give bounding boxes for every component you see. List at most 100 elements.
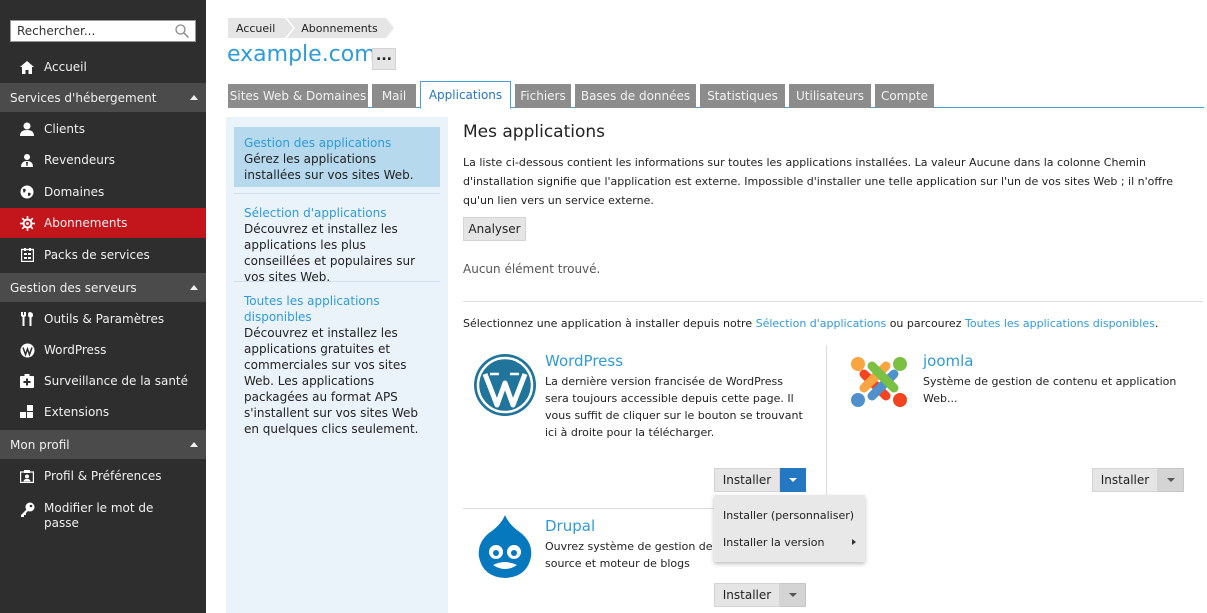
panel-item-manage-apps[interactable]: Gestion des applications Gérez les appli…	[234, 127, 440, 187]
sidebar-item-tools[interactable]: Outils & Paramètres	[0, 304, 206, 334]
sidebar-item-label: Domaines	[44, 185, 105, 199]
manage-apps-desc: Gérez les applications installées sur vo…	[244, 152, 414, 182]
app-desc-joomla: Système de gestion de contenu et applica…	[923, 375, 1177, 405]
sidebar-section-label: Gestion des serveurs	[10, 280, 137, 295]
sidebar-section-hosting[interactable]: Services d'hébergement	[0, 83, 206, 112]
search-icon[interactable]	[174, 23, 190, 39]
key-icon	[18, 500, 36, 518]
home-icon	[18, 58, 36, 76]
sidebar-item-label: Extensions	[44, 405, 110, 419]
sidebar-item-change-password[interactable]: Modifier le mot de passe	[0, 497, 206, 535]
sidebar-item-wordpress[interactable]: WordPress	[0, 335, 206, 365]
subscriptions-icon	[18, 214, 36, 232]
sidebar: Accueil Services d'hébergement Clients R…	[0, 0, 206, 613]
app-desc-wordpress: La dernière version francisée de WordPre…	[545, 375, 803, 439]
chevron-down-icon	[1166, 478, 1175, 482]
sidebar-item-profile[interactable]: Profil & Préférences	[0, 461, 206, 491]
panel-item-all-apps[interactable]: Toutes les applications disponibles Déco…	[234, 285, 440, 445]
install-split-button-joomla: Installer	[1092, 468, 1184, 492]
sidebar-item-health[interactable]: Surveillance de la santé	[0, 366, 206, 396]
menu-item-install-custom[interactable]: Installer (personnaliser)	[714, 502, 865, 528]
tab-bar: Sites Web & Domaines Mail Applications F…	[228, 81, 1204, 109]
section-description: La liste ci-dessous contient les informa…	[463, 156, 1173, 207]
sidebar-section-label: Services d'hébergement	[10, 90, 157, 105]
install-button[interactable]: Installer	[714, 583, 780, 607]
tab-mail[interactable]: Mail	[372, 84, 416, 108]
sidebar-section-profile[interactable]: Mon profil	[0, 430, 206, 459]
menu-item-install-version[interactable]: Installer la version	[714, 529, 865, 555]
chevron-right-icon	[852, 539, 856, 545]
sidebar-item-home[interactable]: Accueil	[0, 52, 206, 82]
tab-applications[interactable]: Applications	[420, 81, 511, 109]
divider	[234, 193, 440, 194]
breadcrumb-home[interactable]: Accueil	[228, 18, 296, 38]
search-box[interactable]	[10, 20, 196, 42]
analyze-button[interactable]: Analyser	[463, 217, 526, 241]
sidebar-item-extensions[interactable]: Extensions	[0, 397, 206, 427]
applications-side-panel: Gestion des applications Gérez les appli…	[226, 117, 448, 613]
panel-item-featured-apps[interactable]: Sélection d'applications Découvrez et in…	[234, 197, 440, 293]
hint-text: ou parcourez	[886, 317, 965, 330]
install-options-dropdown[interactable]	[780, 583, 806, 607]
app-name-wordpress[interactable]: WordPress	[545, 352, 623, 370]
tab-account[interactable]: Compte	[875, 84, 934, 108]
joomla-logo	[851, 357, 907, 407]
sidebar-item-label: Revendeurs	[44, 153, 116, 167]
install-options-dropdown[interactable]	[1158, 468, 1184, 492]
tab-websites-domains[interactable]: Sites Web & Domaines	[228, 84, 368, 108]
sidebar-item-clients[interactable]: Clients	[0, 114, 206, 144]
sidebar-item-service-plans[interactable]: Packs de services	[0, 240, 206, 270]
sidebar-item-label: Abonnements	[44, 216, 128, 230]
sidebar-item-subscriptions[interactable]: Abonnements	[0, 208, 206, 238]
manage-apps-link[interactable]: Gestion des applications	[244, 135, 430, 151]
tab-files[interactable]: Fichiers	[515, 84, 571, 108]
install-split-button-wordpress: Installer	[714, 468, 806, 492]
sidebar-section-label: Mon profil	[10, 437, 70, 452]
app-name-drupal[interactable]: Drupal	[545, 517, 595, 535]
all-apps-inline-link[interactable]: Toutes les applications disponibles	[965, 317, 1155, 330]
divider	[234, 281, 440, 282]
sidebar-item-label: Clients	[44, 122, 85, 136]
breadcrumb-subscriptions[interactable]: Abonnements	[287, 18, 395, 38]
divider	[463, 301, 1203, 302]
search-input[interactable]	[11, 21, 171, 41]
sidebar-item-label: Modifier le mot de passe	[44, 501, 154, 530]
install-options-dropdown[interactable]	[780, 468, 806, 492]
health-icon	[18, 372, 36, 390]
install-button[interactable]: Installer	[714, 468, 780, 492]
app-name-joomla[interactable]: joomla	[923, 352, 974, 370]
featured-apps-desc: Découvrez et installez les applications …	[244, 222, 416, 284]
collapse-icon[interactable]	[190, 285, 198, 290]
wordpress-logo	[474, 354, 536, 416]
reseller-icon	[18, 151, 36, 169]
sidebar-item-resellers[interactable]: Revendeurs	[0, 145, 206, 175]
tab-users[interactable]: Utilisateurs	[789, 84, 871, 108]
app-desc-drupal: Ouvrez système de gestion de source et m…	[545, 540, 713, 570]
hint-text: .	[1154, 317, 1159, 330]
sidebar-item-label: Outils & Paramètres	[44, 312, 165, 326]
install-button[interactable]: Installer	[1092, 468, 1158, 492]
tools-icon	[18, 310, 36, 328]
all-apps-link[interactable]: Toutes les applications disponibles	[244, 293, 430, 325]
install-split-button-drupal: Installer	[714, 583, 806, 607]
globe-icon	[18, 183, 36, 201]
sidebar-item-label: Accueil	[44, 60, 87, 74]
all-apps-desc: Découvrez et installez les applications …	[244, 326, 419, 436]
more-actions-button[interactable]: ...	[372, 48, 396, 70]
tab-statistics[interactable]: Statistiques	[700, 84, 785, 108]
wordpress-icon	[18, 341, 36, 359]
collapse-icon[interactable]	[190, 95, 198, 100]
featured-apps-link[interactable]: Sélection d'applications	[244, 205, 430, 221]
sidebar-item-domains[interactable]: Domaines	[0, 177, 206, 207]
sidebar-section-server[interactable]: Gestion des serveurs	[0, 273, 206, 302]
featured-apps-inline-link[interactable]: Sélection d'applications	[756, 317, 887, 330]
section-title: Mes applications	[463, 122, 606, 142]
profile-card-icon	[18, 467, 36, 485]
menu-item-label: Installer la version	[723, 535, 825, 549]
collapse-icon[interactable]	[190, 442, 198, 447]
tab-databases[interactable]: Bases de données	[575, 84, 696, 108]
install-options-menu: Installer (personnaliser) Installer la v…	[714, 495, 865, 562]
divider	[826, 345, 827, 508]
select-app-hint: Sélectionnez une application à installer…	[463, 317, 1158, 330]
service-plan-icon	[18, 246, 36, 264]
